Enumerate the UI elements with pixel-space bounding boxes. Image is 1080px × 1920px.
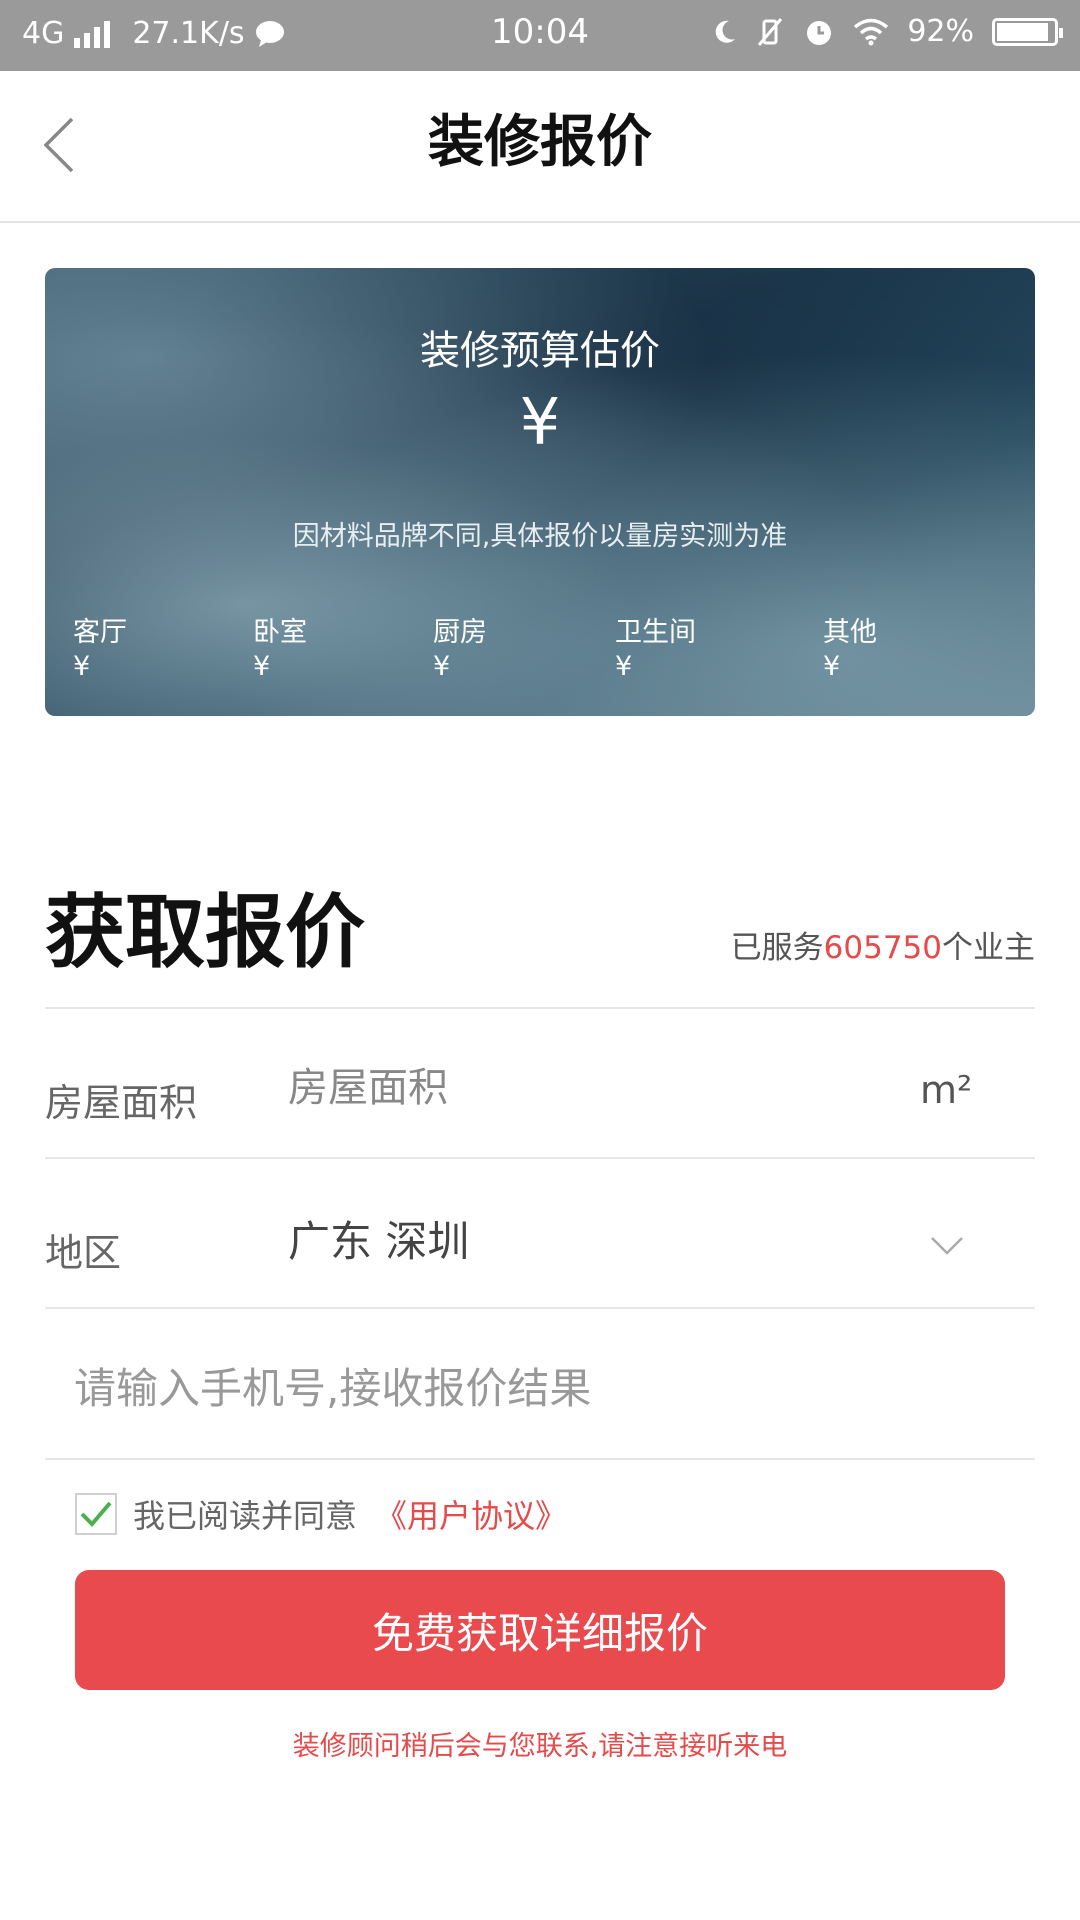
nav-bar: 装修报价 bbox=[0, 71, 1080, 223]
room-value: ¥ bbox=[823, 651, 841, 682]
divider bbox=[45, 1157, 1035, 1159]
wifi-icon bbox=[854, 18, 889, 45]
contact-notice: 装修顾问稍后会与您联系,请注意接听来电 bbox=[292, 1731, 788, 1762]
alarm-icon bbox=[807, 20, 832, 45]
region-select[interactable]: 广东 深圳 bbox=[288, 1208, 469, 1269]
section-title: 获取报价 bbox=[45, 886, 365, 979]
room-estimate-living: 客厅 ¥ bbox=[73, 616, 127, 684]
status-bar: 4G 27.1K/s 10:04 92% bbox=[0, 0, 1080, 71]
room-estimate-bedroom: 卧室 ¥ bbox=[253, 616, 307, 684]
area-label: 房屋面积 bbox=[45, 1081, 198, 1125]
total-estimate: ¥ bbox=[519, 386, 561, 460]
room-label: 卫生间 bbox=[615, 617, 696, 648]
battery-icon bbox=[992, 17, 1063, 46]
get-quote-button[interactable]: 免费获取详细报价 bbox=[75, 1570, 1005, 1690]
divider bbox=[45, 1307, 1035, 1309]
area-input[interactable] bbox=[288, 1058, 888, 1118]
room-value: ¥ bbox=[73, 651, 91, 682]
room-label: 其他 bbox=[823, 617, 877, 648]
agree-checkbox[interactable] bbox=[75, 1493, 117, 1535]
room-value: ¥ bbox=[433, 651, 451, 682]
chevron-down-icon[interactable] bbox=[930, 1236, 964, 1256]
budget-banner: 装修预算估价 ¥ 因材料品牌不同,具体报价以量房实测为准 客厅 ¥ 卧室 ¥ 厨… bbox=[45, 268, 1035, 716]
room-label: 卧室 bbox=[253, 617, 307, 648]
phone-input[interactable] bbox=[74, 1358, 974, 1418]
room-estimate-kitchen: 厨房 ¥ bbox=[433, 616, 487, 684]
battery-percent: 92% bbox=[907, 14, 974, 49]
room-value: ¥ bbox=[253, 651, 271, 682]
served-count: 已服务605750个业主 bbox=[731, 922, 1035, 967]
divider bbox=[45, 1007, 1035, 1009]
area-unit: m² bbox=[920, 1068, 973, 1112]
user-agreement-link[interactable]: 《用户协议》 bbox=[375, 1491, 567, 1537]
room-label: 厨房 bbox=[433, 617, 487, 648]
moon-icon bbox=[716, 20, 736, 43]
banner-note: 因材料品牌不同,具体报价以量房实测为准 bbox=[292, 521, 788, 552]
divider bbox=[45, 1458, 1035, 1460]
agree-text: 我已阅读并同意 bbox=[133, 1497, 358, 1535]
room-value: ¥ bbox=[615, 651, 633, 682]
agreement-row: 我已阅读并同意 《用户协议》 bbox=[75, 1491, 567, 1537]
room-label: 客厅 bbox=[73, 617, 127, 648]
mute-icon bbox=[758, 17, 783, 46]
served-prefix: 已服务 bbox=[730, 930, 824, 966]
status-right: 92% bbox=[713, 14, 1063, 49]
page-title: 装修报价 bbox=[428, 110, 652, 175]
room-estimate-other: 其他 ¥ bbox=[823, 616, 877, 684]
room-estimate-bathroom: 卫生间 ¥ bbox=[615, 616, 696, 684]
banner-title: 装修预算估价 bbox=[420, 328, 660, 374]
served-suffix: 个业主 bbox=[942, 930, 1035, 966]
region-label: 地区 bbox=[45, 1231, 122, 1275]
served-number: 605750 bbox=[823, 930, 942, 966]
checkmark-icon bbox=[80, 1501, 112, 1527]
